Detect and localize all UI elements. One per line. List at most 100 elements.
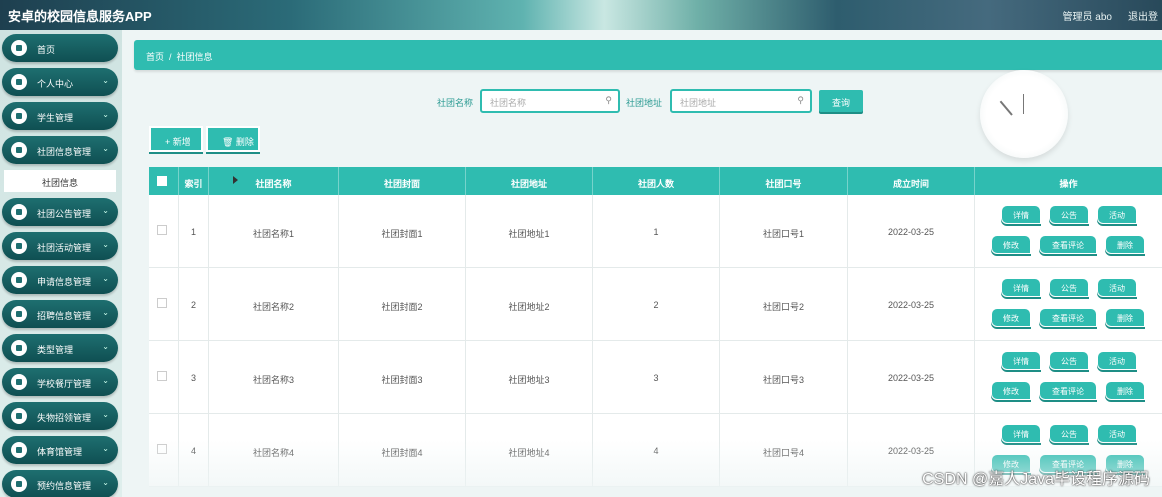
sidebar-item-lost-found[interactable]: 失物招领管理 ⌄ (2, 402, 118, 430)
club-name-input[interactable]: 社团名称 ⚲ (480, 89, 620, 113)
cell-slogan: 社团口号1 (720, 195, 848, 268)
chevron-down-icon: ⌄ (102, 444, 109, 453)
add-button[interactable]: + 新增 (149, 126, 203, 152)
grid-icon (11, 374, 27, 390)
query-button[interactable]: 查询 (819, 90, 863, 112)
club-address-input[interactable]: 社团地址 ⚲ (670, 89, 812, 113)
checkbox[interactable] (157, 225, 167, 235)
chevron-down-icon: ⌄ (102, 206, 109, 215)
activity-button[interactable]: 活动 (1097, 205, 1137, 224)
detail-button[interactable]: 详情 (1001, 351, 1041, 370)
cell-name: 社团名称1 (209, 195, 339, 268)
delete-button[interactable]: 🗑 删除 (206, 126, 260, 152)
cell-name: 社团名称3 (209, 341, 339, 414)
sidebar-item-reservation[interactable]: 预约信息管理 ⌄ (2, 470, 118, 497)
checkbox[interactable] (157, 444, 167, 454)
briefcase-icon (11, 306, 27, 322)
breadcrumb-home[interactable]: 首页 (146, 52, 164, 62)
cell-date: 2022-03-25 (848, 268, 975, 341)
activity-button[interactable]: 活动 (1097, 278, 1137, 297)
row-select[interactable] (149, 341, 179, 414)
cell-index: 1 (179, 195, 209, 268)
view-comments-button[interactable]: 查看评论 (1039, 308, 1097, 327)
row-delete-button[interactable]: 删除 (1105, 308, 1145, 327)
view-comments-button[interactable]: 查看评论 (1039, 235, 1097, 254)
row-select[interactable] (149, 268, 179, 341)
detail-button[interactable]: 详情 (1001, 424, 1041, 443)
table-row: 3 社团名称3 社团封面3 社团地址3 3 社团口号3 2022-03-25 详… (149, 341, 1162, 414)
chevron-down-icon: ⌄ (102, 144, 109, 153)
detail-button[interactable]: 详情 (1001, 205, 1041, 224)
notice-button[interactable]: 公告 (1049, 278, 1089, 297)
checkbox[interactable] (157, 371, 167, 381)
sidebar-item-students[interactable]: 学生管理 ⌄ (2, 102, 118, 130)
list-icon (11, 408, 27, 424)
send-icon (11, 272, 27, 288)
edit-button[interactable]: 修改 (991, 235, 1031, 254)
sidebar-item-club-activity[interactable]: 社团活动管理 ⌄ (2, 232, 118, 260)
cell-address: 社团地址2 (466, 268, 593, 341)
cell-count: 4 (593, 414, 720, 487)
clock-hand (999, 100, 1013, 116)
detail-button[interactable]: 详情 (1001, 278, 1041, 297)
row-select[interactable] (149, 414, 179, 487)
cell-index: 2 (179, 268, 209, 341)
sidebar-item-label: 失物招领管理 (37, 413, 92, 423)
logout-link[interactable]: 退出登 (1128, 8, 1158, 23)
sidebar-subitem-club-info[interactable]: 社团信息 (4, 170, 116, 192)
sidebar-item-label: 学生管理 (37, 113, 74, 123)
checkbox[interactable] (157, 298, 167, 308)
header-address: 社团地址 (466, 167, 593, 195)
sidebar-item-home[interactable]: 首页 (2, 34, 118, 62)
notice-button[interactable]: 公告 (1049, 424, 1089, 443)
search-icon: ⚲ (797, 95, 804, 105)
breadcrumb-separator: / (169, 52, 172, 62)
cell-date: 2022-03-25 (848, 195, 975, 268)
cell-address: 社团地址1 (466, 195, 593, 268)
sidebar-item-recruitment[interactable]: 招聘信息管理 ⌄ (2, 300, 118, 328)
cell-count: 1 (593, 195, 720, 268)
current-user: 管理员 abo (1062, 12, 1112, 23)
view-comments-button[interactable]: 查看评论 (1039, 381, 1097, 400)
notice-button[interactable]: 公告 (1049, 351, 1089, 370)
clock-hand (1023, 94, 1024, 114)
cell-cover: 社团封面3 (339, 341, 466, 414)
row-delete-button[interactable]: 删除 (1105, 381, 1145, 400)
header-select-all[interactable] (149, 167, 179, 195)
row-select[interactable] (149, 195, 179, 268)
sidebar-item-application[interactable]: 申请信息管理 ⌄ (2, 266, 118, 294)
main-content: 首页 / 社团信息 社团名称 社团名称 ⚲ 社团地址 社团地址 ⚲ 查询 + 新增 … (122, 30, 1162, 497)
sidebar-item-gym[interactable]: 体育馆管理 ⌄ (2, 436, 118, 464)
sidebar-item-types[interactable]: 类型管理 ⌄ (2, 334, 118, 362)
activity-button[interactable]: 活动 (1097, 351, 1137, 370)
cell-count: 3 (593, 341, 720, 414)
cell-cover: 社团封面4 (339, 414, 466, 487)
mouse-cursor-icon (233, 176, 238, 184)
cell-slogan: 社团口号3 (720, 341, 848, 414)
sidebar-item-club-info[interactable]: 社团信息管理 ⌄ (2, 136, 118, 164)
sidebar-item-profile[interactable]: 个人中心 ⌄ (2, 68, 118, 96)
home-icon (11, 40, 27, 56)
header-name: 社团名称 (209, 167, 339, 195)
edit-button[interactable]: 修改 (991, 308, 1031, 327)
table-row: 1 社团名称1 社团封面1 社团地址1 1 社团口号1 2022-03-25 详… (149, 195, 1162, 268)
checkbox[interactable] (157, 176, 167, 186)
user-icon (11, 442, 27, 458)
table-row: 2 社团名称2 社团封面2 社团地址2 2 社团口号2 2022-03-25 详… (149, 268, 1162, 341)
club-name-label: 社团名称 (437, 98, 474, 108)
header-actions: 操作 (1059, 179, 1078, 189)
list-icon (11, 238, 27, 254)
cell-cover: 社团封面2 (339, 268, 466, 341)
row-delete-button[interactable]: 删除 (1105, 235, 1145, 254)
chevron-down-icon: ⌄ (102, 478, 109, 487)
header-slogan: 社团口号 (720, 167, 848, 195)
sidebar-item-canteen[interactable]: 学校餐厅管理 ⌄ (2, 368, 118, 396)
edit-button[interactable]: 修改 (991, 381, 1031, 400)
activity-button[interactable]: 活动 (1097, 424, 1137, 443)
notice-button[interactable]: 公告 (1049, 205, 1089, 224)
chevron-down-icon: ⌄ (102, 308, 109, 317)
sidebar-item-label: 申请信息管理 (37, 277, 92, 287)
search-bar: 社团名称 社团名称 ⚲ 社团地址 社团地址 ⚲ 查询 (122, 89, 882, 115)
club-address-label: 社团地址 (626, 98, 663, 108)
sidebar-item-club-notice[interactable]: 社团公告管理 ⌄ (2, 198, 118, 226)
